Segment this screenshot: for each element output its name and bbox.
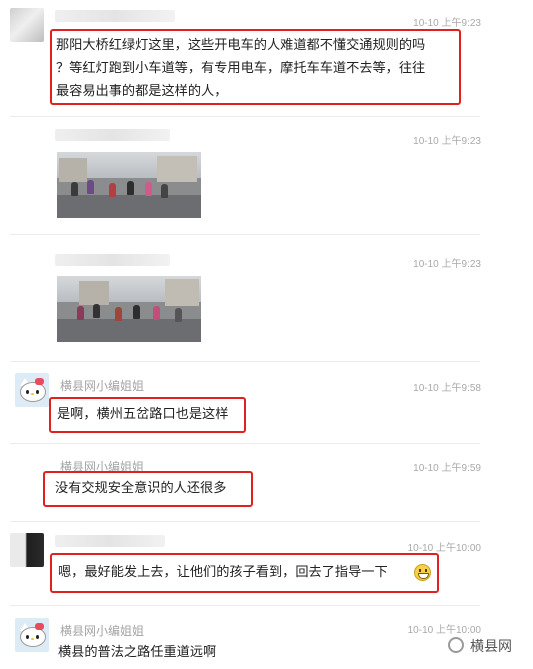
divider xyxy=(10,361,480,362)
divider xyxy=(10,116,480,117)
message-text[interactable]: 是啊，横州五岔路口也是这样 xyxy=(57,403,228,426)
traffic-photo[interactable] xyxy=(57,276,201,342)
timestamp: 10-10 上午9:23 xyxy=(413,18,481,29)
avatar[interactable] xyxy=(15,618,49,652)
message-text[interactable]: 嗯，最好能发上去，让他们的孩子看到，回去了指导一下 xyxy=(58,561,388,584)
divider xyxy=(10,443,480,444)
timestamp: 10-10 上午9:59 xyxy=(413,463,481,474)
timestamp: 10-10 上午9:58 xyxy=(413,383,481,394)
avatar[interactable] xyxy=(10,8,44,42)
message-text[interactable]: 那阳大桥红绿灯这里，这些开电车的人难道都不懂交通规则的吗 ？等红灯跑到小车道等，… xyxy=(56,34,425,103)
avatar[interactable] xyxy=(15,373,49,407)
sender-name-blurred xyxy=(55,254,170,266)
message-text[interactable]: 横县的普法之路任重道远啊 xyxy=(58,641,216,664)
timestamp: 10-10 上午10:00 xyxy=(407,625,481,636)
wechat-logo-icon xyxy=(448,637,464,653)
grinning-face-icon xyxy=(414,564,431,581)
watermark: 横县网 xyxy=(470,639,512,655)
sender-name-blurred xyxy=(55,535,165,547)
sender-name-blurred xyxy=(55,10,175,22)
timestamp: 10-10 上午10:00 xyxy=(407,543,481,554)
avatar[interactable] xyxy=(10,533,44,567)
divider xyxy=(10,605,480,606)
divider xyxy=(10,234,480,235)
message-line: 最容易出事的都是这样的人， xyxy=(56,84,228,99)
timestamp: 10-10 上午9:23 xyxy=(413,136,481,147)
timestamp: 10-10 上午9:23 xyxy=(413,259,481,270)
message-line: ？等红灯跑到小车道等，有专用电车，摩托车车道不去等，往往 xyxy=(56,61,426,76)
message-line: 那阳大桥红绿灯这里，这些开电车的人难道都不懂交通规则的吗 xyxy=(56,38,426,53)
sender-name-blurred xyxy=(55,129,170,141)
traffic-photo[interactable] xyxy=(57,152,201,218)
message-text[interactable]: 没有交规安全意识的人还很多 xyxy=(55,477,226,500)
sender-name: 横县网小编姐姐 xyxy=(60,379,145,393)
divider xyxy=(10,521,480,522)
sender-name: 横县网小编姐姐 xyxy=(60,624,145,638)
